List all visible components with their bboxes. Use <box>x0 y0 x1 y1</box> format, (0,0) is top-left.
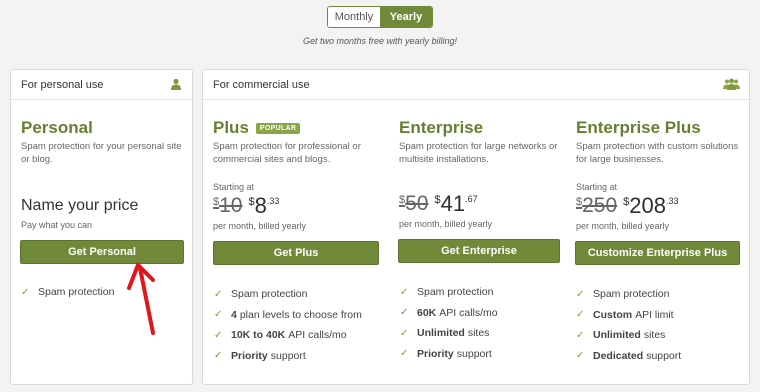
commercial-panel-title: For commercial use <box>213 78 310 91</box>
new-price: $41.67 <box>434 191 478 216</box>
plan-name: Enterprise Plus <box>576 118 701 137</box>
plus-plan: Plus POPULAR Spam protection for professi… <box>213 118 383 166</box>
feature-item: ✓ Unlimited sites <box>576 329 666 342</box>
plus-features: ✓ Spam protection ✓ 4 plan levels to choose… <box>214 284 362 366</box>
check-icon: ✓ <box>576 288 585 300</box>
billing-period: per month, billed yearly <box>576 221 670 231</box>
check-icon: ✓ <box>21 286 30 298</box>
check-icon: ✓ <box>400 327 409 339</box>
plus-price: $10 $8.33 <box>213 194 279 218</box>
feature-item: ✓ Unlimited sites <box>400 327 490 340</box>
new-price: $8.33 <box>248 193 280 218</box>
pay-what-you-can: Pay what you can <box>21 220 93 230</box>
billing-period: per month, billed yearly <box>213 221 307 231</box>
check-icon: ✓ <box>400 307 409 319</box>
personal-plan: Personal Spam protection for your person… <box>21 118 186 166</box>
enterprise-plus-price: $250 $208.33 <box>576 194 679 218</box>
feature-item: ✓ Dedicated support <box>576 349 682 362</box>
enterprise-plan: Enterprise Spam protection for large net… <box>399 118 564 166</box>
commercial-panel-header: For commercial use <box>203 70 749 100</box>
feature-item: ✓ Spam protection <box>21 286 115 299</box>
billing-toggle[interactable]: Monthly Yearly <box>327 6 433 28</box>
feature-item: ✓ Spam protection <box>214 288 308 301</box>
commercial-panel: For commercial use Plus POPULAR Spam prot… <box>202 69 750 385</box>
old-price: $250 <box>576 194 618 217</box>
yearly-option[interactable]: Yearly <box>380 7 432 27</box>
feature-item: ✓ 10K to 40K API calls/mo <box>214 329 347 342</box>
old-price: $50 <box>399 192 429 215</box>
get-personal-button[interactable]: Get Personal <box>20 240 184 264</box>
personal-panel-title: For personal use <box>21 78 104 91</box>
personal-features: ✓ Spam protection <box>21 282 114 303</box>
starting-at: Starting at <box>576 182 618 192</box>
enterprise-features: ✓ Spam protection ✓ 60K API calls/mo ✓ Unlim… <box>400 282 498 364</box>
plan-name: Plus POPULAR <box>213 118 383 138</box>
personal-panel: For personal use Personal Spam protectio… <box>10 69 193 385</box>
check-icon: ✓ <box>214 288 223 300</box>
customize-enterprise-plus-button[interactable]: Customize Enterprise Plus <box>575 241 740 265</box>
feature-item: ✓ Priority support <box>400 347 492 360</box>
feature-item: ✓ Spam protection <box>400 286 494 299</box>
check-icon: ✓ <box>576 309 585 321</box>
feature-item: ✓ Custom API limit <box>576 308 674 321</box>
billing-note: Get two months free with yearly billing! <box>302 36 458 46</box>
plan-description: Spam protection for large networks or mu… <box>399 141 558 165</box>
enterprise-plus-plan: Enterprise Plus Spam protection with cus… <box>576 118 741 166</box>
check-icon: ✓ <box>214 309 223 321</box>
check-icon: ✓ <box>576 329 585 341</box>
feature-item: ✓ Spam protection <box>576 288 670 301</box>
plan-description: Spam protection for professional or comm… <box>213 141 361 165</box>
feature-item: ✓ 60K API calls/mo <box>400 306 498 319</box>
monthly-option[interactable]: Monthly <box>328 7 380 27</box>
check-icon: ✓ <box>214 350 223 362</box>
user-icon <box>170 78 182 93</box>
old-price: $10 <box>213 194 243 217</box>
check-icon: ✓ <box>214 329 223 341</box>
starting-at: Starting at <box>213 182 255 192</box>
plan-description: Spam protection with custom solutions fo… <box>576 141 739 165</box>
check-icon: ✓ <box>576 350 585 362</box>
billing-period: per month, billed yearly <box>399 219 493 229</box>
enterprise-plus-features: ✓ Spam protection ✓ Custom API limit ✓ Unlim… <box>576 284 681 366</box>
feature-item: ✓ Priority support <box>214 349 306 362</box>
plan-name: Enterprise <box>399 118 484 137</box>
plan-description: Spam protection for your personal site o… <box>21 141 182 165</box>
users-icon <box>723 78 740 93</box>
enterprise-price: $50 $41.67 <box>399 192 478 216</box>
name-your-price: Name your price <box>21 197 139 214</box>
personal-panel-header: For personal use <box>11 70 192 100</box>
get-plus-button[interactable]: Get Plus <box>213 241 379 265</box>
new-price: $208.33 <box>623 193 679 218</box>
check-icon: ✓ <box>400 348 409 360</box>
check-icon: ✓ <box>400 286 409 298</box>
plan-name: Personal <box>21 118 93 137</box>
get-enterprise-button[interactable]: Get Enterprise <box>398 239 560 263</box>
feature-item: ✓ 4 plan levels to choose from <box>214 308 362 321</box>
popular-badge: POPULAR <box>255 122 301 134</box>
